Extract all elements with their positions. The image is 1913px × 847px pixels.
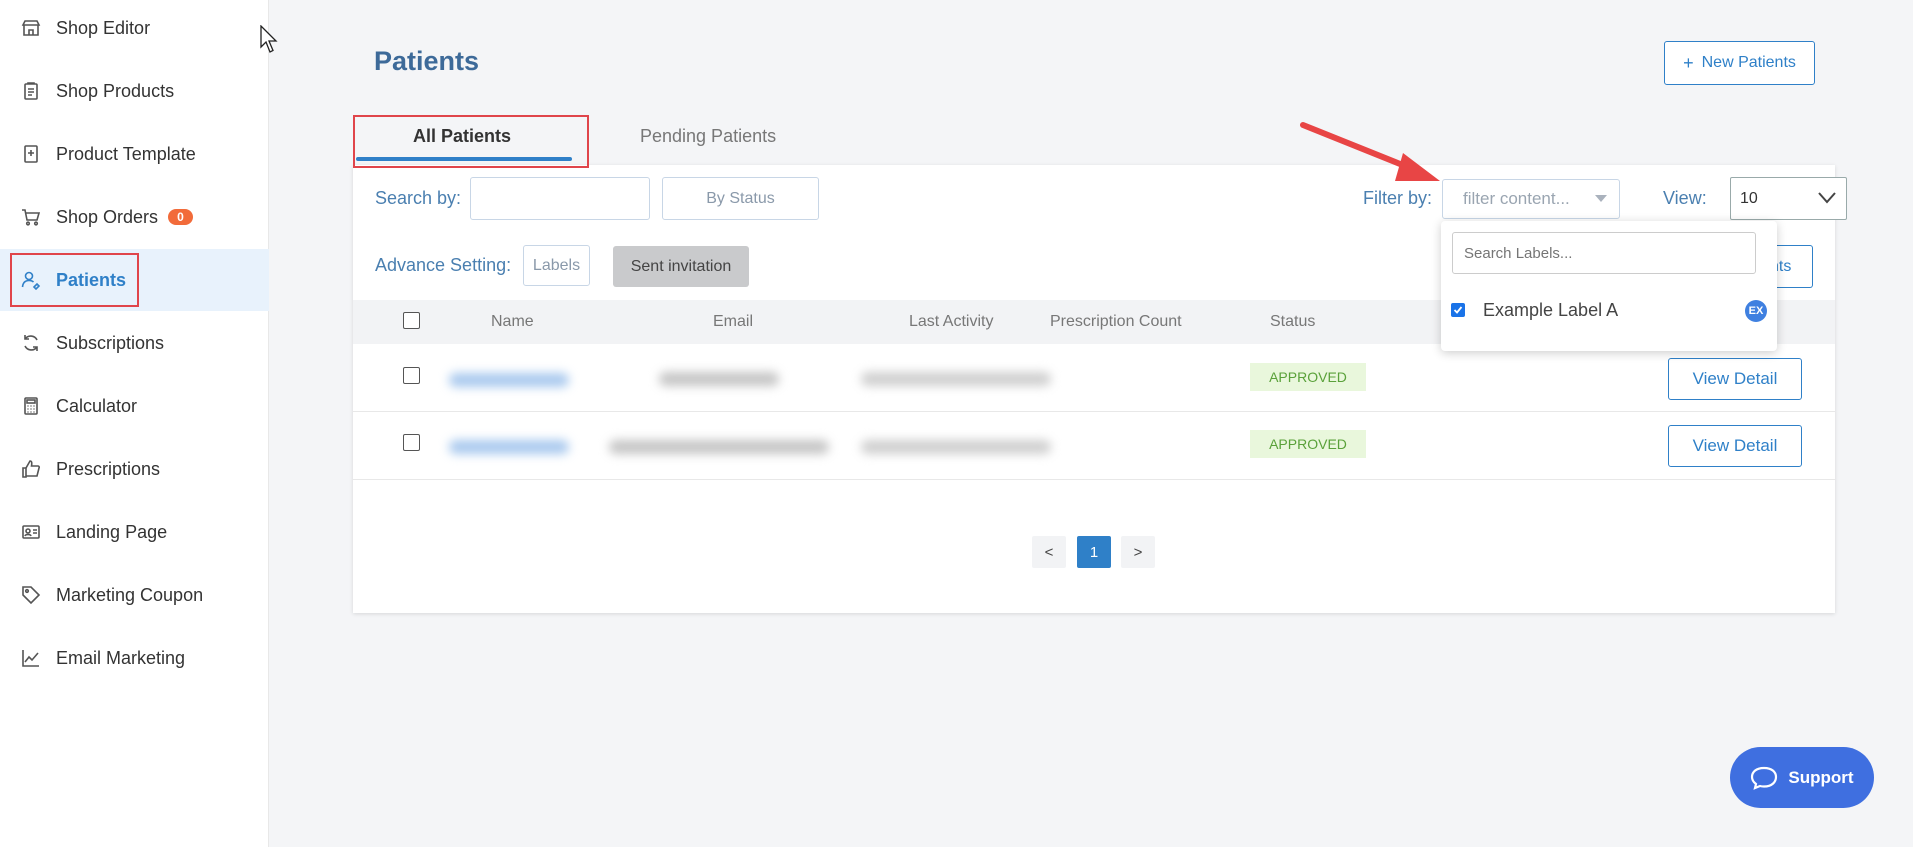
redacted-name[interactable] [449, 440, 569, 454]
sidebar-item-marketing-coupon[interactable]: Marketing Coupon [0, 564, 269, 626]
view-label: View: [1663, 188, 1707, 208]
plus-icon: + [1683, 52, 1694, 73]
column-last-activity: Last Activity [909, 313, 994, 330]
support-button[interactable]: Support [1730, 747, 1874, 808]
row-checkbox[interactable] [403, 434, 420, 451]
new-patients-label: New Patients [1701, 54, 1796, 71]
view-count-value: 10 [1740, 189, 1758, 207]
caret-down-icon [1595, 195, 1607, 202]
sidebar-item-shop-editor[interactable]: Shop Editor [0, 0, 269, 59]
sidebar-item-label: Email Marketing [56, 647, 186, 668]
sidebar-item-label: Subscriptions [56, 332, 165, 353]
sidebar-item-label: Calculator [56, 395, 138, 416]
column-status: Status [1270, 313, 1316, 330]
sidebar-item-label: Landing Page [56, 521, 168, 542]
sent-invitation-button[interactable]: Sent invitation [613, 246, 749, 287]
chevron-down-icon [1818, 192, 1836, 204]
label-option-text[interactable]: Example Label A [1483, 300, 1618, 321]
filter-labels-dropdown: Example Label A EX [1441, 221, 1777, 351]
annotation-arrow-icon [1300, 122, 1440, 181]
column-name: Name [491, 313, 534, 330]
labels-button[interactable]: Labels [523, 245, 590, 286]
pagination-next-button[interactable]: > [1121, 536, 1155, 568]
status-badge: APPROVED [1250, 430, 1366, 458]
support-label: Support [1788, 767, 1854, 787]
highlight-box-all-patients [353, 115, 589, 168]
row-checkbox[interactable] [403, 367, 420, 384]
tag-icon [20, 584, 42, 606]
refresh-icon [20, 332, 42, 354]
label-checkbox-checked[interactable] [1451, 303, 1465, 317]
redacted-last-activity [861, 440, 1051, 454]
redacted-last-activity [861, 372, 1051, 386]
by-status-button[interactable]: By Status [662, 177, 819, 220]
pagination-prev-button[interactable]: < [1032, 536, 1066, 568]
sidebar-item-subscriptions[interactable]: Subscriptions [0, 312, 269, 374]
highlight-box-patients [10, 253, 139, 307]
sidebar-item-label: Shop Orders [56, 206, 159, 227]
sidebar-item-label: Shop Editor [56, 17, 151, 38]
search-labels-input[interactable] [1452, 232, 1756, 274]
view-count-select[interactable]: 10 [1730, 177, 1847, 220]
view-detail-button[interactable]: View Detail [1668, 358, 1802, 400]
chat-bubble-icon [1751, 766, 1778, 790]
check-icon [1453, 306, 1463, 314]
view-detail-button[interactable]: View Detail [1668, 425, 1802, 467]
sidebar-item-email-marketing[interactable]: Email Marketing [0, 627, 269, 689]
sidebar-item-product-template[interactable]: Product Template [0, 123, 269, 185]
column-prescription-count: Prescription Count [1050, 313, 1182, 330]
id-card-icon [20, 521, 42, 543]
filter-by-label: Filter by: [1363, 188, 1433, 208]
tab-pending-patients[interactable]: Pending Patients [640, 126, 776, 147]
filter-select[interactable]: filter content... [1442, 179, 1620, 219]
sidebar-item-label: Product Template [56, 143, 196, 164]
status-badge: APPROVED [1250, 363, 1366, 391]
sidebar-item-landing-page[interactable]: Landing Page [0, 501, 269, 563]
redacted-name[interactable] [449, 373, 569, 387]
template-icon [20, 143, 42, 165]
select-all-checkbox[interactable] [403, 312, 420, 329]
label-color-badge: EX [1745, 300, 1767, 322]
table-row: APPROVED View Detail [353, 412, 1835, 480]
search-by-label: Search by: [375, 188, 462, 208]
search-input[interactable] [470, 177, 650, 220]
redacted-email [609, 440, 829, 454]
sidebar-item-label: Prescriptions [56, 458, 161, 479]
cart-icon [20, 206, 42, 228]
sidebar-item-label: Marketing Coupon [56, 584, 204, 605]
sidebar: Shop Editor Shop Products Product Templa… [0, 0, 269, 847]
clipboard-icon [20, 80, 42, 102]
column-email: Email [713, 313, 754, 330]
orders-count-badge: 0 [168, 209, 193, 225]
pagination-page-1[interactable]: 1 [1077, 536, 1111, 568]
sidebar-item-shop-products[interactable]: Shop Products [0, 60, 269, 122]
redacted-email [659, 372, 779, 386]
calculator-icon [20, 395, 42, 417]
new-patients-button[interactable]: + New Patients [1664, 41, 1815, 85]
sidebar-item-calculator[interactable]: Calculator [0, 375, 269, 437]
table-row: APPROVED View Detail [353, 344, 1835, 412]
cursor-icon [260, 24, 280, 60]
page-title: Patients [374, 46, 480, 76]
filter-placeholder: filter content... [1463, 189, 1570, 208]
shop-icon [20, 17, 42, 39]
sidebar-item-prescriptions[interactable]: Prescriptions [0, 438, 269, 500]
sidebar-item-label: Shop Products [56, 80, 175, 101]
chart-icon [20, 647, 42, 669]
advance-setting-label: Advance Setting: [375, 255, 512, 275]
sidebar-item-shop-orders[interactable]: Shop Orders 0 [0, 186, 269, 248]
thumbs-up-icon [20, 458, 42, 480]
